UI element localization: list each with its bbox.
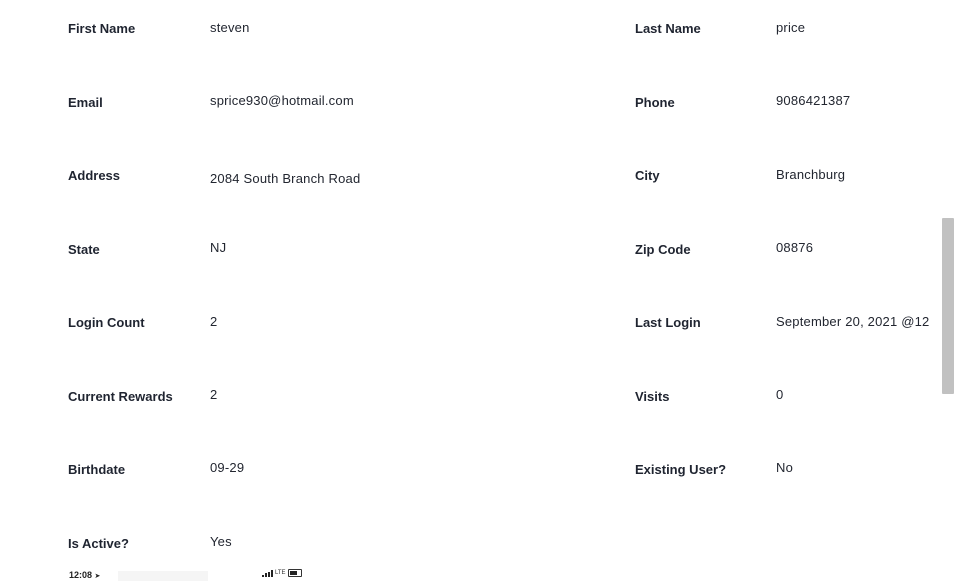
phone-label: Phone xyxy=(635,95,675,110)
email-value: sprice930@hotmail.com xyxy=(210,93,354,108)
battery-icon xyxy=(287,569,302,577)
signal-bars-icon xyxy=(262,569,273,577)
zip-code-value: 08876 xyxy=(776,240,814,255)
phone-status-bar: 12:08 ➤ LTE xyxy=(0,568,330,584)
last-login-value: September 20, 2021 @12 xyxy=(776,314,930,329)
current-rewards-value: 2 xyxy=(210,387,218,402)
first-name-label: First Name xyxy=(68,21,136,36)
status-time: 12:08 ➤ xyxy=(69,570,100,580)
existing-user-label: Existing User? xyxy=(635,462,727,477)
city-value: Branchburg xyxy=(776,167,846,182)
phone-value: 9086421387 xyxy=(776,93,851,108)
network-type: LTE xyxy=(275,570,286,576)
vertical-scrollbar-thumb[interactable] xyxy=(942,218,954,394)
first-name-value: steven xyxy=(210,20,250,35)
birthdate-label: Birthdate xyxy=(68,462,126,477)
location-arrow-icon: ➤ xyxy=(94,573,101,580)
state-value: NJ xyxy=(210,240,227,255)
user-details-page: First Name steven Last Name price Email … xyxy=(0,0,960,584)
visits-label: Visits xyxy=(635,389,670,404)
birthdate-value: 09-29 xyxy=(210,460,245,475)
last-login-label: Last Login xyxy=(635,315,701,330)
login-count-label: Login Count xyxy=(68,315,145,330)
email-label: Email xyxy=(68,95,103,110)
status-blurred-area xyxy=(118,571,208,581)
is-active-value: Yes xyxy=(210,534,232,549)
last-name-value: price xyxy=(776,20,806,35)
address-value: 2084 South Branch Road xyxy=(210,171,361,186)
current-rewards-label: Current Rewards xyxy=(68,389,173,404)
existing-user-value: No xyxy=(776,460,794,475)
visits-value: 0 xyxy=(776,387,784,402)
zip-code-label: Zip Code xyxy=(635,242,691,257)
status-indicators: LTE xyxy=(262,569,302,577)
state-label: State xyxy=(68,242,100,257)
is-active-label: Is Active? xyxy=(68,536,129,551)
address-label: Address xyxy=(68,168,121,183)
city-label: City xyxy=(635,168,660,183)
status-time-text: 12:08 xyxy=(69,570,93,580)
last-name-label: Last Name xyxy=(635,21,701,36)
login-count-value: 2 xyxy=(210,314,218,329)
